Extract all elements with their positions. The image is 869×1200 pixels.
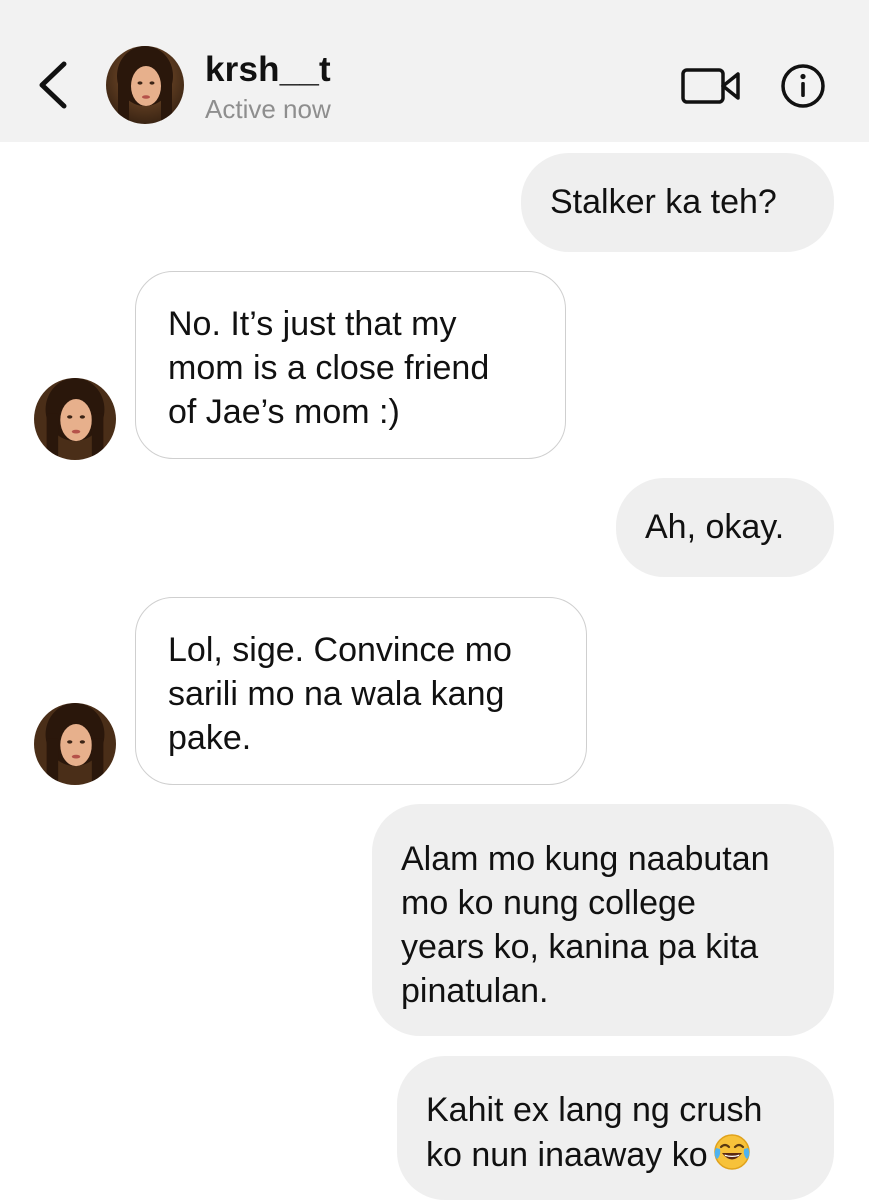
avatar-photo — [34, 378, 116, 460]
back-button[interactable] — [34, 58, 74, 112]
message-line: years ko, kanina pa kita — [401, 928, 759, 966]
message-line: sarili mo na wala kang — [168, 675, 505, 713]
sender-avatar[interactable] — [34, 703, 116, 785]
message-line: pake. — [168, 719, 252, 757]
video-call-button[interactable] — [680, 66, 742, 106]
active-status: Active now — [205, 94, 331, 124]
dm-thread-screen: krsh__t Active now Stalker ka teh? No. I… — [0, 0, 869, 1200]
outgoing-message[interactable]: Alam mo kung naabutan mo ko nung college… — [372, 804, 834, 1036]
message-line: mom is a close friend — [168, 349, 490, 387]
message-line: mo ko nung college — [401, 884, 696, 922]
message-line: Kahit ex lang ng crush — [426, 1091, 763, 1129]
message-line: Ah, okay. — [645, 508, 785, 546]
incoming-message[interactable]: Lol, sige. Convince mo sarili mo na wala… — [135, 597, 587, 785]
message-line: of Jae’s mom :) — [168, 393, 400, 431]
chevron-left-icon — [39, 61, 67, 109]
avatar-photo — [34, 703, 116, 785]
info-button[interactable] — [780, 63, 826, 109]
outgoing-message[interactable]: Ah, okay. — [616, 478, 834, 577]
profile-avatar[interactable] — [106, 46, 184, 124]
message-line: ko nun inaaway ko — [426, 1136, 708, 1174]
message-line-with-emoji: ko nun inaaway ko — [426, 1132, 834, 1183]
video-camera-icon — [681, 68, 740, 104]
message-line: Lol, sige. Convince mo — [168, 631, 512, 669]
chat-header: krsh__t Active now — [0, 0, 869, 142]
outgoing-message[interactable]: Stalker ka teh? — [521, 153, 834, 252]
outgoing-message[interactable]: Kahit ex lang ng crush ko nun inaaway ko — [397, 1056, 834, 1200]
incoming-message[interactable]: No. It’s just that my mom is a close fri… — [135, 271, 566, 459]
message-line: No. It’s just that my — [168, 305, 457, 343]
message-line: Alam mo kung naabutan — [401, 840, 770, 878]
chat-username[interactable]: krsh__t — [205, 50, 331, 90]
sender-avatar[interactable] — [34, 378, 116, 460]
face-with-tears-of-joy-icon — [712, 1132, 752, 1183]
avatar-photo — [106, 46, 184, 124]
message-line: pinatulan. — [401, 972, 549, 1010]
info-icon — [781, 64, 825, 108]
message-line: Stalker ka teh? — [550, 183, 777, 221]
